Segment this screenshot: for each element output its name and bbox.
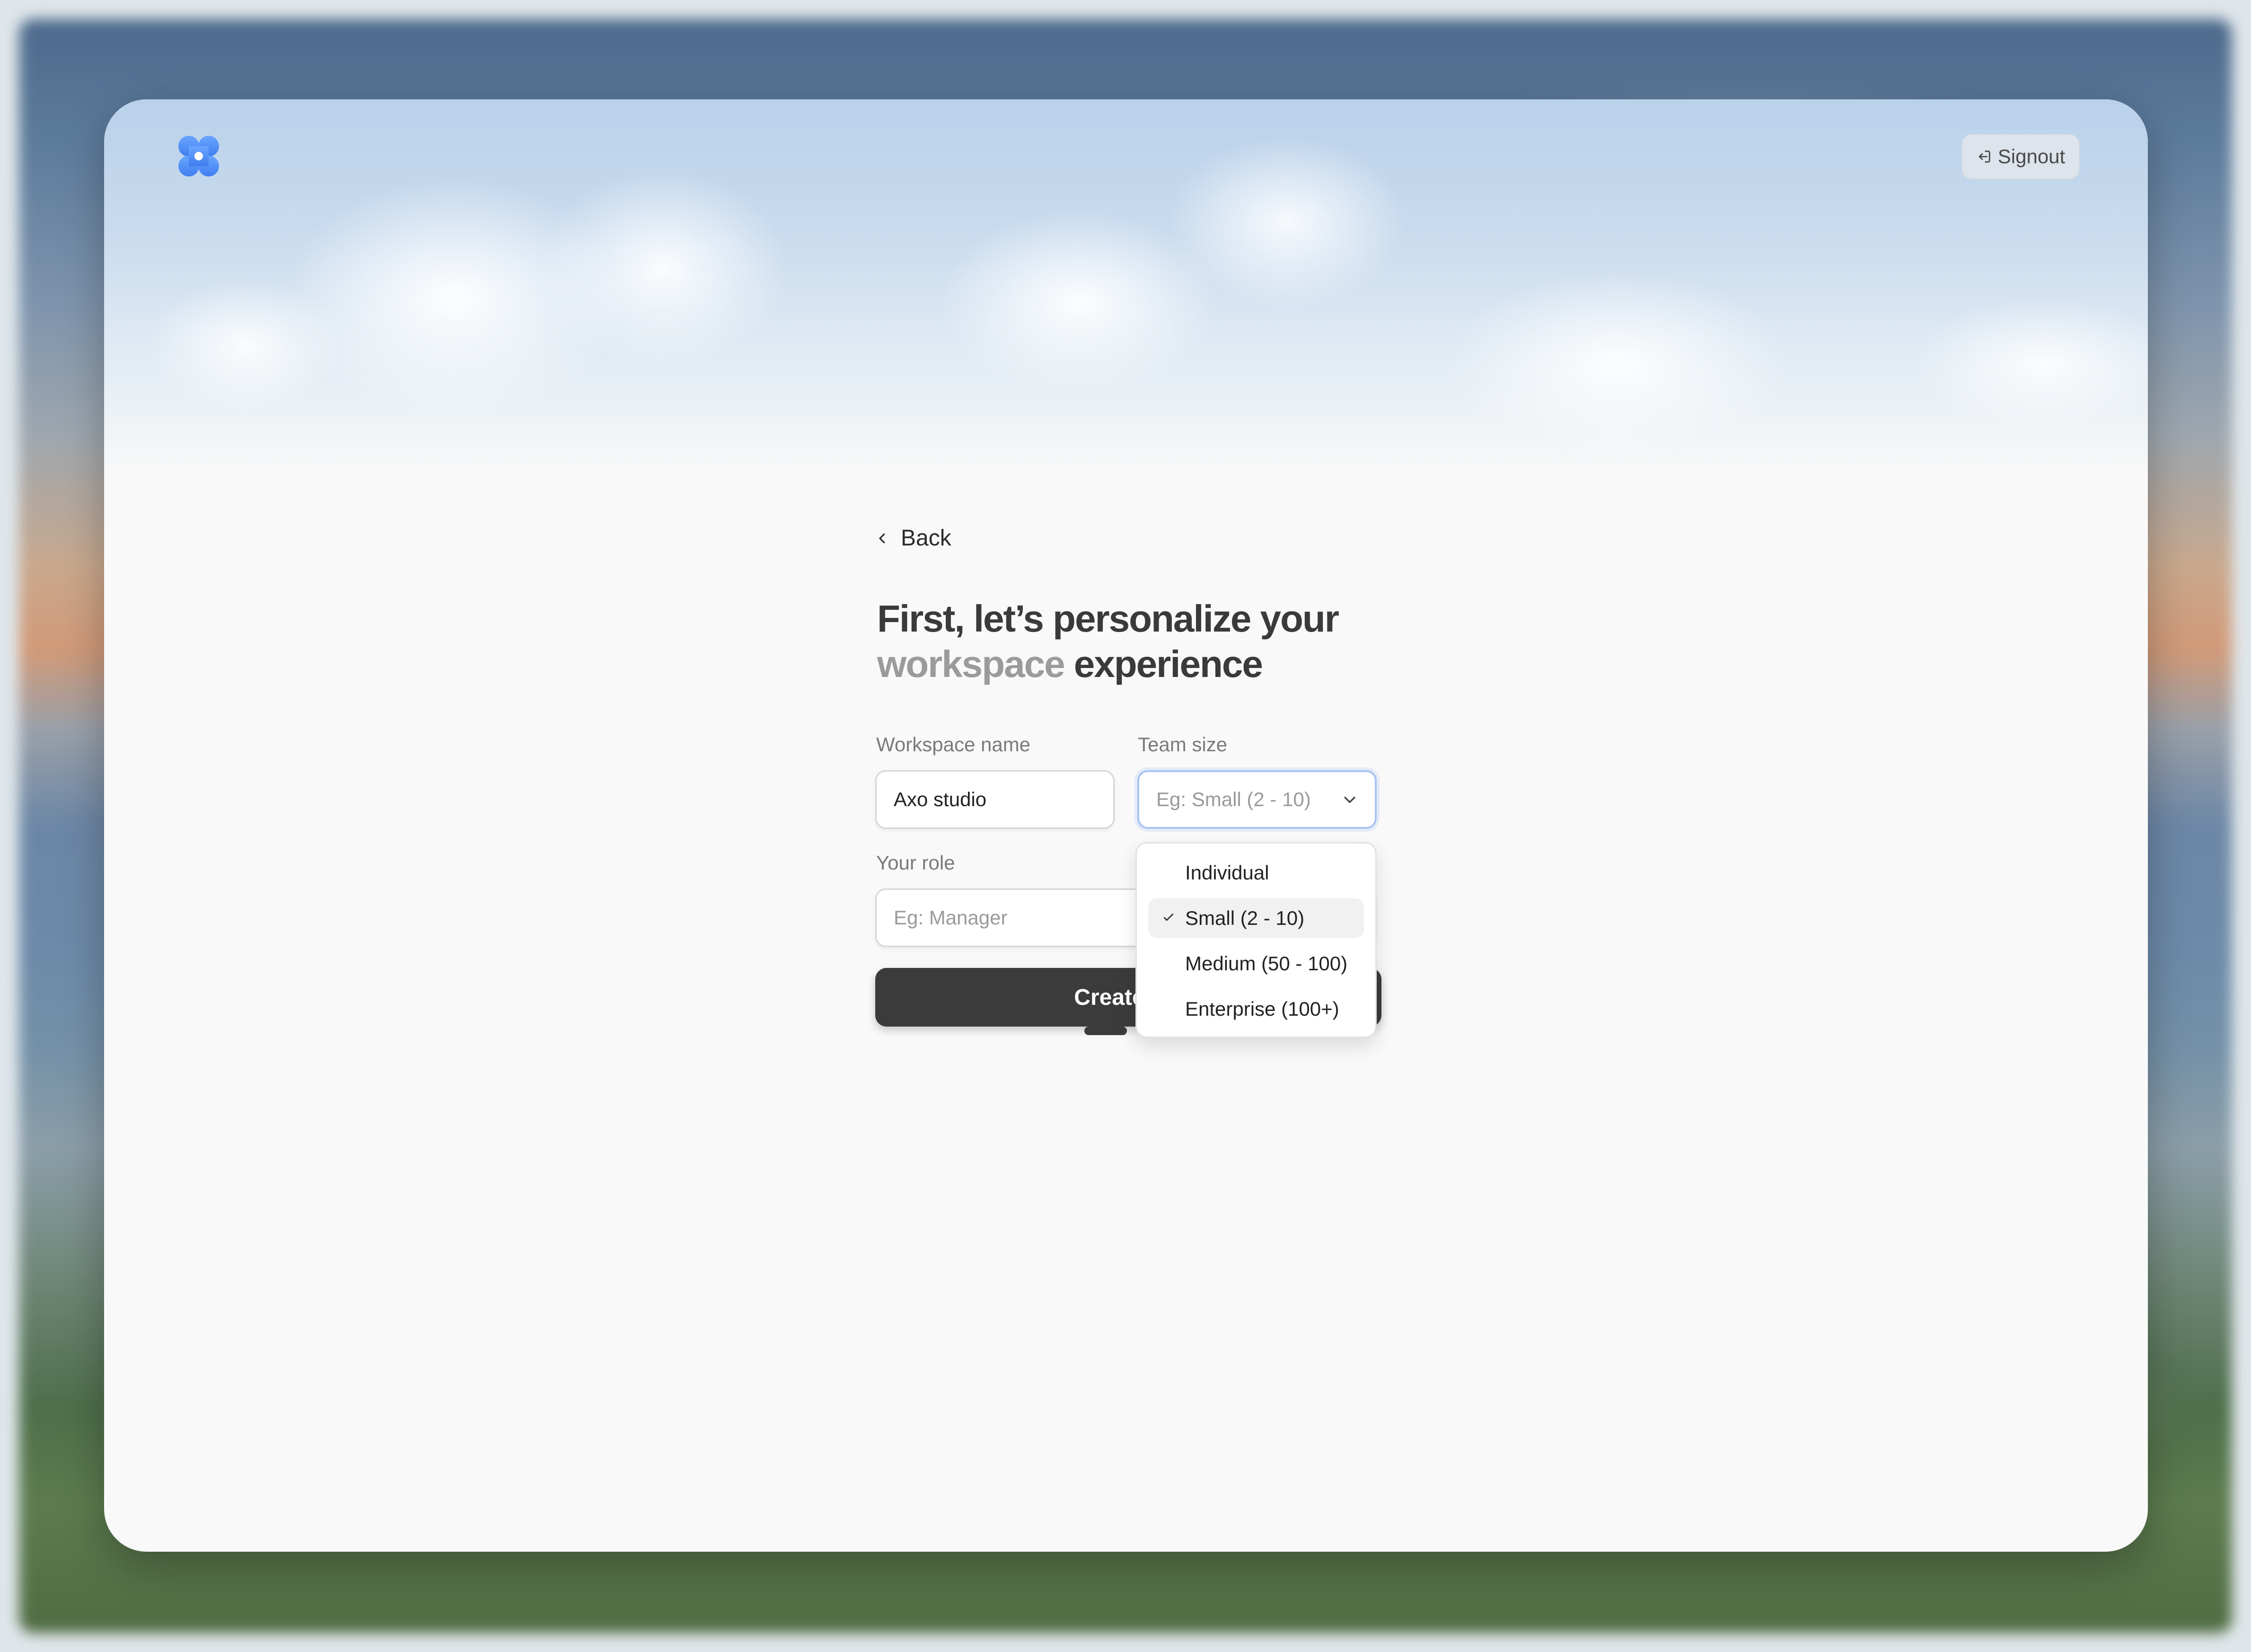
team-size-label: Team size bbox=[1138, 733, 1228, 756]
sky-banner bbox=[104, 99, 2148, 478]
signout-label: Signout bbox=[1997, 145, 2066, 167]
workspace-name-input[interactable] bbox=[894, 788, 1096, 811]
back-link[interactable]: Back bbox=[875, 525, 951, 551]
team-size-placeholder: Eg: Small (2 - 10) bbox=[1156, 788, 1311, 810]
flower-logo-icon[interactable] bbox=[175, 132, 222, 180]
workspace-name-field[interactable] bbox=[875, 770, 1115, 829]
step-dot-1 bbox=[1084, 1027, 1127, 1035]
onboarding-card: Signout Back First, let’s personalize yo… bbox=[104, 99, 2148, 1552]
dropdown-option-medium[interactable]: Medium (50 - 100) bbox=[1148, 944, 1364, 984]
option-label: Enterprise (100+) bbox=[1185, 998, 1339, 1020]
chevron-left-icon bbox=[879, 533, 885, 543]
signout-icon bbox=[1978, 150, 1990, 163]
headline-muted-word: workspace bbox=[877, 643, 1065, 685]
role-label: Your role bbox=[876, 852, 955, 874]
option-label: Individual bbox=[1185, 861, 1269, 884]
page-title: First, let’s personalize your workspace … bbox=[877, 596, 1492, 687]
workspace-name-label: Workspace name bbox=[876, 733, 1031, 756]
headline-line1: First, let’s personalize your bbox=[877, 598, 1339, 640]
dropdown-option-small[interactable]: Small (2 - 10) bbox=[1148, 898, 1364, 938]
option-label: Small (2 - 10) bbox=[1185, 907, 1305, 929]
option-label: Medium (50 - 100) bbox=[1185, 952, 1348, 975]
team-size-select[interactable]: Eg: Small (2 - 10) bbox=[1137, 770, 1377, 829]
chevron-down-icon bbox=[1344, 797, 1355, 803]
back-label: Back bbox=[901, 526, 951, 551]
check-icon bbox=[1163, 914, 1174, 921]
team-size-dropdown: Individual Small (2 - 10) Medium (50 - 1… bbox=[1135, 842, 1377, 1038]
dropdown-option-enterprise[interactable]: Enterprise (100+) bbox=[1148, 989, 1364, 1029]
signout-button[interactable]: Signout bbox=[1961, 134, 2080, 179]
dropdown-option-individual[interactable]: Individual bbox=[1148, 853, 1364, 893]
headline-rest: experience bbox=[1064, 643, 1263, 685]
